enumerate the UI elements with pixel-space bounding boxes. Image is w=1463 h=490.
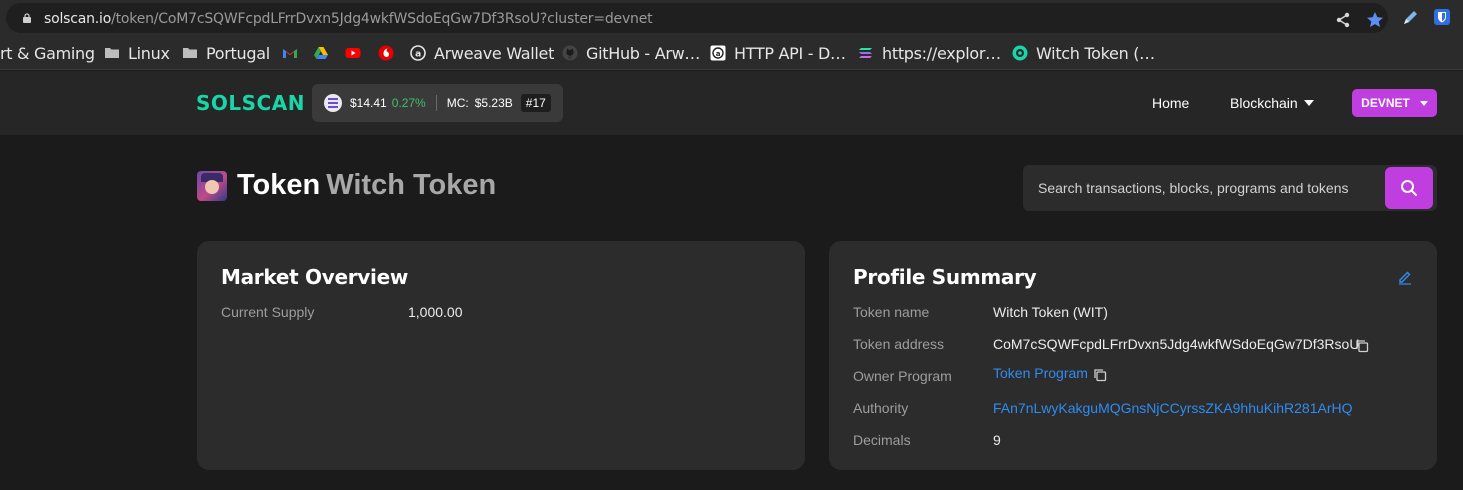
decimals-value: 9 [993,432,1001,448]
site-header: SOLSCAN $14.41 0.27% MC: $5.23B #17 Home… [0,71,1463,135]
youtube-icon [345,48,361,58]
bookmark-gmail[interactable] [282,36,306,70]
sol-price-widget: $14.41 0.27% MC: $5.23B #17 [312,84,563,122]
nav-blockchain[interactable]: Blockchain [1230,95,1314,111]
bookmark-label: rt & Gaming [0,43,95,63]
search-input[interactable] [1023,165,1383,211]
bookmark-label: HTTP API - D… [734,43,846,63]
lock-icon [23,13,31,23]
bookmark-label: Linux [128,43,170,63]
bookmark-portugal-folder[interactable]: Portugal [182,36,270,70]
bookmark-label: GitHub - Arw… [586,43,701,63]
bookmark-star-icon[interactable] [1365,10,1385,30]
svg-text:a: a [415,50,421,60]
token-name-label: Token name [853,304,930,320]
owner-program-label: Owner Program [853,368,952,384]
profile-summary-heading: Profile Summary [853,265,1037,289]
arweave-icon: a [410,45,426,61]
browser-toolbar: solscan.io/token/CoM7cSQWFcpdLFrrDvxn5Jd… [0,0,1463,36]
search-button[interactable] [1385,167,1433,209]
url-path: /token/CoM7cSQWFcpdLFrrDvxn5Jdg4wkfWSdoE… [111,11,653,27]
google-drive-icon [314,47,328,59]
page-title: Token Witch Token [237,169,496,202]
url-host: solscan.io [44,11,112,27]
share-icon[interactable] [1334,11,1352,29]
url-text[interactable]: solscan.io/token/CoM7cSQWFcpdLFrrDvxn5Jd… [44,11,653,27]
copy-icon[interactable] [1093,368,1107,382]
market-cap-value: $5.23B [474,96,513,110]
bookmark-witch-token[interactable]: Witch Token (… [1012,36,1155,70]
chevron-down-icon [1419,100,1428,106]
copy-icon[interactable] [1355,339,1369,353]
token-avatar [197,171,227,201]
gmail-icon [283,49,297,58]
solscan-logo[interactable]: SOLSCAN [196,91,305,115]
owner-program-link[interactable]: Token Program [993,365,1088,381]
bookmark-vodafone[interactable] [378,36,402,70]
svg-text:a: a [716,50,721,58]
sol-change: 0.27% [391,96,426,110]
page-title-token-name: Witch Token [326,169,497,201]
rank-badge: #17 [520,94,551,112]
sol-price: $14.41 [350,96,387,110]
search-icon [1401,180,1417,196]
bookmark-gaming-folder[interactable]: rt & Gaming [0,36,95,70]
market-cap-label: MC: [446,96,469,110]
github-icon [562,45,578,61]
solana-icon [859,48,872,58]
bookmark-label: Portugal [206,43,270,63]
divider [435,95,437,111]
bitwarden-icon[interactable] [1433,8,1451,26]
bookmark-arweave-wallet[interactable]: a Arweave Wallet [410,36,554,70]
nav-home[interactable]: Home [1152,95,1189,111]
current-supply-value: 1,000.00 [408,304,463,320]
bookmark-github[interactable]: GitHub - Arw… [562,36,700,70]
bookmark-explorer[interactable]: https://explor… [858,36,1001,70]
solscan-icon [1012,45,1028,61]
market-overview-card: Market Overview Current Supply 1,000.00 [197,241,805,470]
folder-icon [183,48,197,58]
bookmark-label: Witch Token (… [1036,43,1155,63]
address-bar[interactable]: solscan.io/token/CoM7cSQWFcpdLFrrDvxn5Jd… [6,3,1388,33]
bookmark-http-api[interactable]: a HTTP API - D… [710,36,846,70]
bookmark-label: Arweave Wallet [434,43,555,63]
folder-icon [105,48,119,58]
edit-icon[interactable] [1397,269,1413,285]
bookmark-label: https://explor… [882,43,1001,63]
bookmarks-bar: rt & Gaming Linux Portugal a Arweave Wal… [0,36,1463,70]
chevron-down-icon [1303,100,1314,106]
market-overview-heading: Market Overview [221,265,409,289]
pen-extension-icon[interactable] [1400,8,1420,28]
current-supply-label: Current Supply [221,304,315,320]
solana-icon [324,94,342,112]
vodafone-icon [378,45,394,61]
authority-label: Authority [853,400,909,416]
token-name-value: Witch Token (WIT) [993,304,1108,320]
cluster-label: DEVNET [1361,96,1410,110]
cluster-select-button[interactable]: DEVNET [1352,89,1437,117]
arweave-doc-icon: a [710,45,726,61]
bookmark-google-drive[interactable] [313,36,337,70]
token-address-label: Token address [853,336,945,352]
bookmark-linux-folder[interactable]: Linux [104,36,170,70]
search-box [1023,165,1437,211]
nav-blockchain-label: Blockchain [1230,95,1298,111]
page-title-prefix: Token [237,169,321,201]
bookmark-youtube[interactable] [345,36,369,70]
decimals-label: Decimals [853,432,911,448]
authority-link[interactable]: FAn7nLwyKakguMQGnsNjCCyrssZKA9hhuKihR281… [993,400,1352,416]
token-address-value: CoM7cSQWFcpdLFrrDvxn5Jdg4wkfWSdoEqGw7Df3… [993,336,1360,352]
profile-summary-card: Profile Summary Token name Witch Token (… [829,241,1437,470]
